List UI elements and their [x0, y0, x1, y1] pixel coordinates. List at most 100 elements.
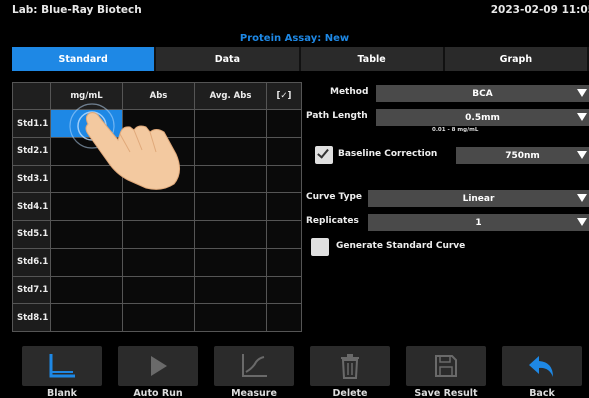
row-label: Std1.1 — [12, 109, 51, 138]
save-result-button[interactable] — [406, 346, 486, 386]
table-cell[interactable] — [194, 136, 267, 166]
method-row: Method BCA — [306, 85, 589, 102]
table-row: Std8.1 — [12, 303, 302, 332]
tab-bar: Standard Data Table Graph — [12, 47, 589, 71]
blank-icon — [49, 354, 75, 378]
row-label: Std6.1 — [12, 247, 51, 277]
baseline-wavelength-select[interactable]: 750nm — [456, 147, 589, 164]
replicates-select[interactable]: 1 — [368, 214, 589, 231]
dropdown-caret-icon — [577, 151, 587, 159]
tap-hand-icon — [69, 103, 180, 190]
table-cell[interactable] — [50, 275, 123, 305]
table-cell[interactable] — [122, 303, 195, 332]
tab-data[interactable]: Data — [156, 47, 301, 71]
table-cell[interactable] — [266, 109, 302, 138]
replicates-row: Replicates 1 — [306, 214, 589, 231]
row-label: Std4.1 — [12, 192, 51, 222]
generate-curve-label: Generate Standard Curve — [336, 241, 466, 251]
table-cell[interactable] — [194, 192, 267, 222]
back-arrow-icon — [529, 356, 553, 377]
table-cell[interactable] — [122, 220, 195, 249]
auto-run-button[interactable] — [118, 346, 198, 386]
generate-curve-checkbox[interactable] — [311, 238, 329, 256]
table-cell[interactable] — [50, 192, 123, 222]
baseline-label: Baseline Correction — [338, 149, 438, 159]
dropdown-caret-icon — [577, 89, 587, 97]
table-cell[interactable] — [194, 220, 267, 249]
concentration-range-hint: 0.01 - 8 mg/mL — [432, 127, 479, 133]
measure-chart-icon — [242, 354, 267, 377]
column-header-check[interactable]: [✓] — [266, 81, 302, 111]
dropdown-caret-icon — [577, 218, 587, 226]
path-length-value: 0.5mm — [465, 112, 500, 123]
blank-button[interactable] — [22, 346, 102, 386]
delete-button[interactable] — [310, 346, 390, 386]
back-button[interactable] — [502, 346, 582, 386]
table-row: Std7.1 — [12, 275, 302, 305]
baseline-row: Baseline Correction 750nm — [306, 145, 589, 165]
table-cell[interactable] — [194, 303, 267, 332]
curve-type-select[interactable]: Linear — [368, 190, 589, 207]
dropdown-caret-icon — [577, 113, 587, 121]
back-label: Back — [529, 388, 555, 398]
table-cell[interactable] — [50, 247, 123, 277]
method-select[interactable]: BCA — [376, 85, 589, 102]
table-cell[interactable] — [122, 192, 195, 222]
table-cell[interactable] — [266, 136, 302, 166]
table-cell[interactable] — [266, 303, 302, 332]
trash-icon — [341, 354, 359, 379]
table-cell[interactable] — [122, 247, 195, 277]
table-row: Std6.1 — [12, 247, 302, 277]
header-bar: Lab: Blue-Ray Biotech 2023-02-09 11:05 P… — [0, 0, 589, 46]
row-label: Std2.1 — [12, 136, 51, 166]
table-cell[interactable] — [194, 109, 267, 138]
table-row: Std4.1 — [12, 192, 302, 222]
table-cell[interactable] — [50, 220, 123, 249]
tab-graph[interactable]: Graph — [444, 47, 589, 71]
row-label: Std7.1 — [12, 275, 51, 305]
datetime: 2023-02-09 11:05 — [490, 4, 589, 16]
table-cell[interactable] — [266, 220, 302, 249]
curve-type-label: Curve Type — [306, 192, 363, 202]
row-label: Std8.1 — [12, 303, 51, 332]
table-cell[interactable] — [194, 164, 267, 194]
column-header-avg-abs[interactable]: Avg. Abs — [194, 81, 267, 111]
table-cell[interactable] — [266, 164, 302, 194]
generate-curve-row: Generate Standard Curve — [306, 237, 589, 257]
dropdown-caret-icon — [577, 194, 587, 202]
table-cell[interactable] — [266, 275, 302, 305]
table-cell[interactable] — [194, 275, 267, 305]
baseline-wavelength-value: 750nm — [505, 150, 540, 161]
table-cell[interactable] — [266, 192, 302, 222]
row-label: Std5.1 — [12, 220, 51, 249]
table-cell[interactable] — [122, 275, 195, 305]
save-result-label: Save Result — [414, 388, 478, 398]
path-length-select[interactable]: 0.5mm — [376, 109, 589, 126]
table-row: Std5.1 — [12, 220, 302, 249]
blank-label: Blank — [47, 388, 77, 398]
curve-type-value: Linear — [462, 193, 495, 204]
path-length-row: Path Length 0.5mm — [306, 109, 589, 126]
auto-run-label: Auto Run — [133, 388, 183, 398]
measure-label: Measure — [231, 388, 277, 398]
replicates-value: 1 — [475, 217, 482, 228]
save-disk-icon — [435, 355, 457, 377]
lab-name: Lab: Blue-Ray Biotech — [12, 4, 142, 16]
measure-button[interactable] — [214, 346, 294, 386]
table-cell[interactable] — [194, 247, 267, 277]
table-cell[interactable] — [266, 247, 302, 277]
baseline-checkbox[interactable] — [315, 146, 333, 164]
replicates-label: Replicates — [306, 216, 359, 226]
checkmark-icon — [317, 146, 329, 159]
row-label: Std3.1 — [12, 164, 51, 194]
table-cell[interactable] — [50, 303, 123, 332]
method-label: Method — [330, 87, 369, 97]
path-length-label: Path Length — [306, 111, 368, 121]
play-icon — [151, 356, 167, 376]
curve-type-row: Curve Type Linear — [306, 190, 589, 207]
tab-standard[interactable]: Standard — [12, 47, 157, 71]
assay-title: Protein Assay: New — [239, 33, 350, 44]
column-header — [12, 81, 51, 111]
tab-table[interactable]: Table — [300, 47, 445, 71]
bottom-toolbar: Blank Auto Run Measure Delete Save Resul… — [0, 346, 589, 398]
